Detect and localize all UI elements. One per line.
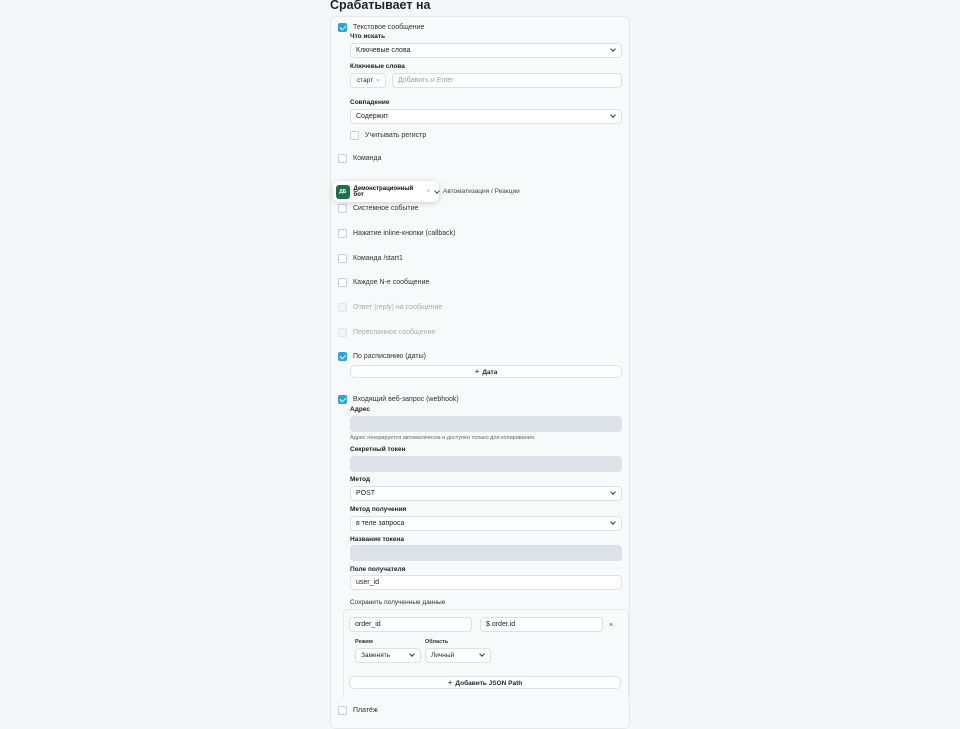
recipient-field-input[interactable]: user_id <box>350 575 622 590</box>
schedule-checkbox[interactable] <box>338 351 347 361</box>
nth-label: Каждое N-е сообщение <box>353 278 430 286</box>
bot-avatar: ДБ <box>336 184 350 199</box>
trigger-payment: Платёж <box>330 698 630 729</box>
forward-toggle: Пересланное сообщение <box>338 326 435 338</box>
match-label: Совпадение <box>350 99 390 106</box>
address-field[interactable] <box>350 416 622 432</box>
method-select[interactable]: POST <box>350 486 622 501</box>
case-sensitive-label: Учитывать регистр <box>365 131 427 139</box>
match-select[interactable]: Содержит <box>350 109 622 124</box>
command-toggle[interactable]: Команда <box>338 152 382 164</box>
recipient-field-label: Поле получателя <box>350 566 406 573</box>
text-message-label: Текстовое сообщение <box>353 23 425 31</box>
webhook-checkbox[interactable] <box>338 394 347 404</box>
bot-name: Демонстрационный бот <box>353 185 414 198</box>
plus-icon: + <box>474 367 480 376</box>
address-label: Адрес <box>350 406 370 413</box>
triggers-panel: Срабатывает на Текстовое сообщение Что и… <box>330 0 630 729</box>
system-toggle[interactable]: Системное событие <box>338 202 418 214</box>
payment-toggle[interactable]: Платёж <box>338 704 378 716</box>
start-command-toggle[interactable]: Команда /start1 <box>338 252 403 264</box>
trigger-forward: Пересланное сообщение <box>330 320 630 345</box>
keyword-chip: старт × <box>350 73 386 88</box>
inline-checkbox[interactable] <box>338 228 347 238</box>
keyword-add-input[interactable]: Добавить и Enter <box>392 73 622 88</box>
what-to-search-select[interactable]: Ключевые слова <box>350 43 622 58</box>
webhook-label: Входящий веб-запрос (webhook) <box>353 395 459 403</box>
mode-select[interactable]: Заменять <box>355 648 421 663</box>
token-name-field[interactable] <box>350 545 622 561</box>
bot-switcher[interactable]: ДБ Демонстрационный бот × <box>333 181 440 202</box>
reply-checkbox <box>338 302 347 312</box>
secret-token-field[interactable] <box>350 456 622 472</box>
secret-token-label: Секретный токен <box>350 446 406 453</box>
token-name-label: Название токена <box>350 536 404 543</box>
method-label: Метод <box>350 476 371 483</box>
nth-checkbox[interactable] <box>338 277 347 287</box>
start-command-label: Команда /start1 <box>353 254 403 262</box>
payment-label: Платёж <box>353 706 378 714</box>
system-checkbox[interactable] <box>338 203 347 213</box>
start-command-checkbox[interactable] <box>338 253 347 263</box>
add-json-path-button[interactable]: + Добавить JSON Path <box>349 676 621 689</box>
trigger-nth: Каждое N-е сообщение <box>330 271 630 297</box>
reply-toggle: Ответ (reply) на сообщение <box>338 301 442 313</box>
mapping-key-input[interactable]: order_id <box>349 617 472 632</box>
reply-label: Ответ (reply) на сообщение <box>353 303 443 311</box>
forward-label: Пересланное сообщение <box>353 328 436 336</box>
webhook-toggle[interactable]: Входящий веб-запрос (webhook) <box>338 393 459 405</box>
nth-toggle[interactable]: Каждое N-е сообщение <box>338 276 429 288</box>
mapping-path-input[interactable]: $.order.id <box>480 617 603 632</box>
payment-checkbox[interactable] <box>338 705 347 715</box>
trigger-reply: Ответ (reply) на сообщение <box>330 296 630 321</box>
close-icon[interactable]: × <box>427 189 431 195</box>
trigger-text-message: Текстовое сообщение Что искать Ключевые … <box>330 16 630 148</box>
section-title: Срабатывает на <box>330 0 431 12</box>
command-checkbox[interactable] <box>338 153 347 163</box>
keyword-chip-text: старт <box>357 77 374 84</box>
forward-checkbox <box>338 327 347 337</box>
address-hint: Адрес генерируется автоматически и досту… <box>350 435 536 441</box>
schedule-toggle[interactable]: По расписанию (даты) <box>338 350 426 362</box>
plus-icon: + <box>447 678 453 687</box>
keyword-chip-remove-icon[interactable]: × <box>376 78 379 84</box>
command-label: Команда <box>353 154 382 162</box>
trigger-schedule: По расписанию (даты) + Дата <box>330 344 630 387</box>
text-message-toggle[interactable]: Текстовое сообщение <box>338 21 424 33</box>
save-data-label: Сохранить полученные данные <box>350 599 446 606</box>
scope-select[interactable]: Личный <box>425 648 491 663</box>
breadcrumb: Автоматизация / Реакции <box>443 188 520 195</box>
text-message-checkbox[interactable] <box>338 22 347 32</box>
what-to-search-label: Что искать <box>350 33 386 40</box>
scope-label: Область <box>425 639 449 645</box>
mapping-remove-icon[interactable]: × <box>609 622 613 629</box>
receive-method-label: Метод получения <box>350 506 407 513</box>
keywords-label: Ключевые слова <box>350 63 405 70</box>
add-date-button[interactable]: + Дата <box>350 365 622 378</box>
trigger-command: Команда <box>330 146 630 172</box>
add-date-label: Дата <box>482 369 498 376</box>
keyword-add-placeholder: Добавить и Enter <box>398 77 454 84</box>
case-sensitive-toggle[interactable]: Учитывать регистр <box>350 129 426 141</box>
inline-toggle[interactable]: Нажатие inline-кнопки (callback) <box>338 227 455 239</box>
trigger-inline: Нажатие inline-кнопки (callback) <box>330 221 630 247</box>
system-label: Системное событие <box>353 204 419 212</box>
schedule-label: По расписанию (даты) <box>353 352 426 360</box>
trigger-start-command: Команда /start1 <box>330 246 630 272</box>
add-json-path-label: Добавить JSON Path <box>455 680 523 687</box>
inline-label: Нажатие inline-кнопки (callback) <box>353 229 456 237</box>
receive-method-select[interactable]: в теле запроса <box>350 516 622 531</box>
mode-label: Режим <box>355 639 373 645</box>
case-sensitive-checkbox[interactable] <box>350 130 359 140</box>
